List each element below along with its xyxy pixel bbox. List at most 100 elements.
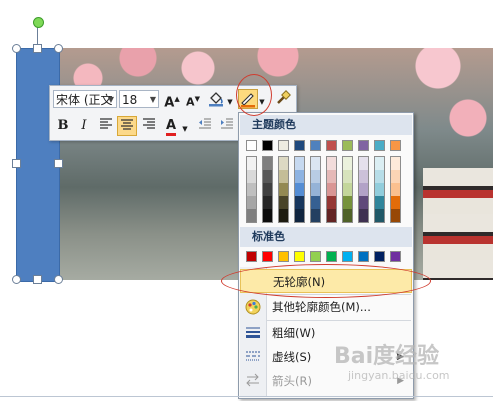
increase-indent-button[interactable]	[217, 116, 237, 136]
shape-fill-dropdown[interactable]: ▼	[226, 92, 234, 112]
chevron-down-icon: ▼	[107, 95, 114, 104]
shrink-font-button[interactable]: A▼	[183, 89, 203, 109]
color-swatch[interactable]	[246, 140, 257, 151]
color-swatch[interactable]	[246, 251, 257, 262]
color-swatch[interactable]	[262, 251, 273, 262]
color-swatch[interactable]	[391, 170, 400, 183]
color-swatch[interactable]	[295, 157, 304, 170]
color-swatch[interactable]	[279, 196, 288, 209]
align-center-button[interactable]	[117, 116, 137, 136]
color-swatch[interactable]	[343, 183, 352, 196]
color-swatch[interactable]	[294, 140, 305, 151]
color-swatch[interactable]	[326, 140, 337, 151]
color-swatch[interactable]	[327, 157, 336, 170]
color-swatch[interactable]	[342, 140, 353, 151]
font-size-dropdown[interactable]: 18 ▼	[119, 90, 159, 108]
color-swatch[interactable]	[311, 183, 320, 196]
color-swatch[interactable]	[295, 183, 304, 196]
color-swatch[interactable]	[375, 196, 384, 209]
grow-font-button[interactable]: A▲	[162, 89, 182, 110]
font-color-dropdown[interactable]: ▼	[181, 119, 189, 139]
color-swatch[interactable]	[311, 157, 320, 170]
color-swatch[interactable]	[391, 209, 400, 222]
color-swatch[interactable]	[311, 209, 320, 222]
color-swatch[interactable]	[359, 170, 368, 183]
font-color-button[interactable]: A	[161, 116, 181, 136]
color-swatch[interactable]	[359, 183, 368, 196]
color-swatch[interactable]	[279, 183, 288, 196]
align-center-icon	[121, 119, 133, 130]
resize-handle-top[interactable]	[33, 44, 42, 53]
color-swatch[interactable]	[247, 183, 256, 196]
color-swatch[interactable]	[263, 209, 272, 222]
color-swatch[interactable]	[262, 140, 273, 151]
rotation-handle[interactable]	[33, 17, 44, 28]
color-swatch[interactable]	[311, 170, 320, 183]
font-name-dropdown[interactable]: 宋体 (正文 ▼	[53, 90, 117, 108]
color-swatch[interactable]	[278, 251, 289, 262]
align-left-button[interactable]	[96, 116, 116, 136]
resize-handle-bottom[interactable]	[33, 275, 42, 284]
format-painter-button[interactable]	[272, 89, 292, 109]
color-swatch[interactable]	[247, 157, 256, 170]
color-swatch[interactable]	[263, 157, 272, 170]
color-swatch[interactable]	[343, 157, 352, 170]
resize-handle-left[interactable]	[12, 159, 21, 168]
color-swatch[interactable]	[326, 251, 337, 262]
resize-handle-bottom-right[interactable]	[54, 275, 63, 284]
color-swatch[interactable]	[311, 196, 320, 209]
color-swatch[interactable]	[327, 183, 336, 196]
color-swatch[interactable]	[375, 157, 384, 170]
italic-button[interactable]: I	[74, 116, 94, 136]
color-swatch[interactable]	[327, 209, 336, 222]
color-swatch[interactable]	[358, 140, 369, 151]
shape-fill-button[interactable]	[206, 89, 226, 109]
resize-handle-top-left[interactable]	[12, 44, 21, 53]
bottom-border	[0, 396, 493, 397]
menu-item-more-outline-colors[interactable]: 其他轮廓颜色(M)...	[240, 295, 412, 319]
color-swatch[interactable]	[294, 251, 305, 262]
color-swatch[interactable]	[342, 251, 353, 262]
color-swatch[interactable]	[327, 196, 336, 209]
decrease-indent-button[interactable]	[195, 116, 215, 136]
color-swatch[interactable]	[295, 196, 304, 209]
color-swatch[interactable]	[263, 170, 272, 183]
rotation-stem	[37, 27, 38, 45]
color-swatch[interactable]	[279, 170, 288, 183]
color-swatch[interactable]	[375, 170, 384, 183]
color-swatch[interactable]	[374, 251, 385, 262]
color-swatch[interactable]	[343, 209, 352, 222]
color-swatch[interactable]	[374, 140, 385, 151]
resize-handle-top-right[interactable]	[54, 44, 63, 53]
color-swatch[interactable]	[295, 170, 304, 183]
align-right-button[interactable]	[139, 116, 159, 136]
resize-handle-right[interactable]	[54, 159, 63, 168]
bold-button[interactable]: B	[53, 116, 73, 136]
color-swatch[interactable]	[247, 209, 256, 222]
color-swatch[interactable]	[375, 183, 384, 196]
color-swatch[interactable]	[279, 209, 288, 222]
color-swatch[interactable]	[390, 140, 401, 151]
color-swatch[interactable]	[391, 183, 400, 196]
color-swatch[interactable]	[358, 251, 369, 262]
color-swatch[interactable]	[327, 170, 336, 183]
color-swatch[interactable]	[247, 196, 256, 209]
color-swatch[interactable]	[295, 209, 304, 222]
color-swatch[interactable]	[391, 196, 400, 209]
color-swatch[interactable]	[391, 157, 400, 170]
color-swatch[interactable]	[278, 140, 289, 151]
color-swatch[interactable]	[247, 170, 256, 183]
color-swatch[interactable]	[359, 209, 368, 222]
color-swatch[interactable]	[359, 196, 368, 209]
color-swatch[interactable]	[310, 251, 321, 262]
color-swatch[interactable]	[263, 196, 272, 209]
color-swatch[interactable]	[343, 196, 352, 209]
color-swatch[interactable]	[343, 170, 352, 183]
color-swatch[interactable]	[359, 157, 368, 170]
color-swatch[interactable]	[279, 157, 288, 170]
resize-handle-bottom-left[interactable]	[12, 275, 21, 284]
color-swatch[interactable]	[310, 140, 321, 151]
color-swatch[interactable]	[375, 209, 384, 222]
color-swatch[interactable]	[263, 183, 272, 196]
color-swatch[interactable]	[390, 251, 401, 262]
